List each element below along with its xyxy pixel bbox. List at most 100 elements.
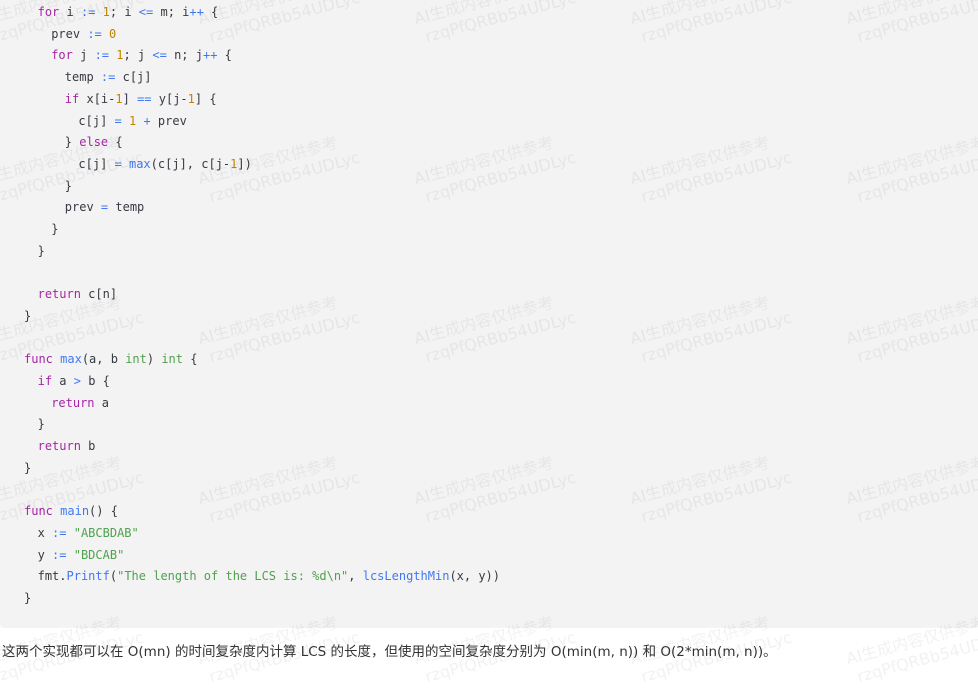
code-token-op: >: [73, 373, 81, 388]
code-token-plain: c[j]: [78, 156, 115, 171]
code-token-kw: return: [37, 287, 81, 302]
code-line: }: [24, 458, 31, 480]
code-token-plain: (c[j], c[j-: [150, 156, 231, 171]
code-token-str: "The length of the LCS is: %d\n": [117, 569, 349, 584]
code-token-op: ++: [189, 5, 204, 19]
summary-paragraph: 这两个实现都可以在 O(mn) 的时间复杂度内计算 LCS 的长度，但使用的空间…: [2, 644, 777, 660]
code-token-op: +: [143, 113, 151, 128]
code-token-plain: ]: [122, 91, 138, 106]
code-token-kw: func: [24, 504, 53, 519]
code-token-op: =: [114, 113, 122, 128]
code-token-num: 0: [109, 26, 117, 41]
code-token-plain: prev: [150, 113, 187, 128]
code-line: if a > b {: [38, 371, 110, 393]
code-token-plain: ,: [348, 569, 363, 584]
code-token-kw: else: [79, 135, 109, 150]
code-token-plain: (: [109, 569, 118, 584]
code-line: func main() {: [24, 501, 118, 523]
code-token-kw: if: [64, 91, 80, 106]
code-line: prev := 0: [51, 24, 116, 46]
code-token-plain: ; j: [123, 48, 153, 63]
code-line: }: [24, 588, 31, 610]
code-token-kw: return: [51, 395, 95, 410]
code-line: }: [65, 176, 72, 198]
code-token-plain: {: [183, 352, 198, 367]
code-token-fn: main: [60, 504, 90, 519]
code-token-fn: max: [60, 352, 82, 367]
code-token-fn: max: [128, 156, 151, 171]
code-token-plain: y[j-: [151, 91, 188, 106]
code-token-plain: }: [37, 243, 45, 258]
code-token-fn: Printf: [66, 569, 110, 584]
code-token-plain: c[j]: [78, 113, 115, 128]
code-token-plain: }: [24, 308, 32, 323]
code-token-plain: {: [108, 135, 123, 150]
code-line: return a: [51, 393, 109, 415]
code-token-op: :=: [80, 5, 96, 19]
watermark-line2: rzqPfQRBb54UDLyc: [854, 627, 978, 687]
code-token-plain: i: [59, 5, 81, 19]
code-token-plain: () {: [89, 504, 118, 519]
code-line: }: [51, 219, 58, 241]
code-token-op: ++: [202, 48, 218, 63]
code-line: return c[n]: [38, 284, 117, 306]
code-token-op: :=: [87, 26, 102, 41]
code-token-plain: ; i: [109, 5, 139, 19]
code-token-op: <=: [152, 48, 167, 63]
code-token-plain: a: [52, 373, 74, 388]
code-token-type: int: [125, 352, 147, 367]
code-token-type: int: [161, 352, 184, 367]
code-token-num: 1: [102, 5, 110, 19]
code-token-plain: temp: [64, 70, 101, 85]
code-token-op: :=: [52, 547, 67, 562]
code-token-kw: if: [37, 373, 53, 388]
code-token-plain: a: [94, 395, 109, 410]
code-token-plain: (a, b: [81, 352, 126, 367]
code-token-plain: }: [24, 460, 32, 475]
code-line: c[j] = max(c[j], c[j-1]): [78, 154, 251, 176]
code-token-str: "ABCBDAB": [73, 525, 139, 540]
code-token-op: :=: [100, 70, 116, 85]
code-line: }: [38, 414, 45, 436]
code-token-plain: (x, y)): [449, 569, 501, 584]
code-token-num: 1: [187, 91, 195, 106]
code-token-plain: }: [64, 135, 80, 150]
code-line: }: [24, 306, 31, 328]
code-token-plain: prev: [64, 200, 101, 215]
code-token-plain: {: [203, 5, 219, 19]
code-line: y := "BDCAB": [38, 545, 125, 567]
code-line: for j := 1; j <= n; j++ {: [51, 45, 232, 67]
code-token-fn: lcsLengthMin: [362, 569, 450, 584]
code-line: temp := c[j]: [65, 67, 152, 89]
code-token-plain: y: [37, 547, 53, 562]
code-token-plain: c[n]: [80, 287, 118, 302]
code-line: if x[i-1] == y[j-1] {: [65, 89, 217, 111]
code-token-op: =: [114, 156, 122, 171]
code-token-plain: c[j]: [115, 70, 152, 85]
code-token-plain: x: [37, 525, 53, 540]
code-token-kw: return: [37, 439, 81, 453]
code-token-plain: }: [37, 417, 45, 432]
code-line: c[j] = 1 + prev: [78, 111, 186, 133]
code-token-plain: b {: [80, 373, 110, 388]
code-line: } else {: [65, 132, 123, 154]
code-token-plain: x[i-: [79, 91, 116, 106]
code-token-num: 1: [115, 91, 123, 106]
code-token-plain: ] {: [194, 91, 217, 106]
code-token-plain: n; j: [166, 48, 203, 63]
code-token-plain: temp: [108, 200, 145, 215]
code-token-op: :=: [52, 525, 67, 540]
code-token-kw: for: [51, 48, 73, 63]
code-line: for i := 1; i <= m; i++ {: [38, 2, 219, 24]
code-token-plain: ): [146, 352, 162, 367]
code-line: fmt.Printf("The length of the LCS is: %d…: [38, 566, 500, 588]
code-line: }: [38, 241, 45, 263]
code-token-kw: func: [24, 352, 53, 367]
code-block: for i := 1; i <= m; i++ {prev := 0 for j …: [0, 0, 978, 628]
